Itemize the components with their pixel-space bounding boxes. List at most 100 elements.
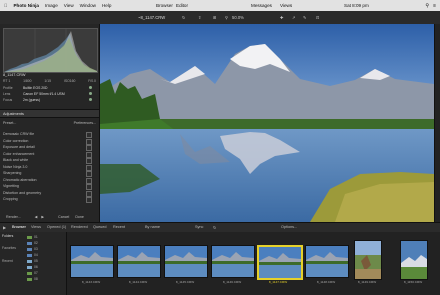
stamp-icon[interactable]: ⊡ xyxy=(316,15,320,20)
adjustment-item[interactable]: Color enhancement xyxy=(3,151,96,158)
prev-icon[interactable]: ◀ xyxy=(35,215,38,219)
adjustments-header[interactable]: Adjustments xyxy=(0,109,99,118)
tab-views[interactable]: Views xyxy=(31,225,41,229)
folder-item[interactable]: 08 xyxy=(34,277,38,281)
sync-button[interactable]: Sync xyxy=(195,225,203,229)
tab-rendered[interactable]: Rendered xyxy=(71,225,88,229)
crop-icon[interactable]: ⊞ xyxy=(213,15,217,20)
adjustment-item[interactable]: Noise Ninja 3.0 xyxy=(3,164,96,171)
sidebar-footer: Render... ◀ ▶ Cancel Done xyxy=(0,212,99,222)
folder-color-swatch xyxy=(27,242,32,245)
play-icon[interactable]: ▶ xyxy=(3,225,6,230)
menu-image[interactable]: Image xyxy=(45,3,58,8)
done-button[interactable]: Done xyxy=(75,215,84,219)
folder-item[interactable]: 04 xyxy=(34,253,38,257)
menu-views[interactable]: Views xyxy=(280,3,292,8)
menu-browser[interactable]: Browser xyxy=(156,3,173,8)
adjustment-item[interactable]: Demosaic CRW file xyxy=(3,132,96,138)
options-button[interactable]: Options... xyxy=(281,225,297,229)
toolbar-file[interactable]: ~8_1147.CRW xyxy=(138,15,165,20)
magnify-icon[interactable]: ⚲ xyxy=(225,15,228,20)
thumbnail[interactable] xyxy=(70,245,114,278)
adjustment-item[interactable]: Color correction xyxy=(3,138,96,145)
exif-value: 1/15 xyxy=(44,79,52,83)
preset-button[interactable]: Preset... xyxy=(3,121,16,125)
next-icon[interactable]: ▶ xyxy=(41,215,44,219)
move-icon[interactable]: ✚ xyxy=(280,15,284,20)
eyedropper-icon[interactable]: ✎ xyxy=(303,15,307,20)
menu-window[interactable]: Window xyxy=(80,3,96,8)
render-button[interactable]: Render... xyxy=(6,215,21,219)
folder-color-swatch xyxy=(27,236,32,239)
menu-editor[interactable]: Editor xyxy=(176,3,188,8)
adjustment-label: Color enhancement xyxy=(3,151,35,156)
thumbnail-selected[interactable] xyxy=(257,245,303,280)
adjustment-item[interactable]: Exposure and detail xyxy=(3,145,96,151)
adjustment-checkbox[interactable] xyxy=(86,138,92,145)
thumbnail[interactable] xyxy=(117,245,161,278)
meta-focus[interactable]: Focus 2m (guess) xyxy=(3,98,96,102)
thumbnail-name: 8_1144.CRW xyxy=(128,280,148,284)
menu-view[interactable]: View xyxy=(64,3,74,8)
zoom-level[interactable]: 50.0% xyxy=(232,15,244,20)
meta-profile[interactable]: Profile Builtin EOS 20D xyxy=(3,86,96,90)
adjustment-checkbox[interactable] xyxy=(86,197,92,203)
thumbnail[interactable] xyxy=(400,240,428,280)
adjustment-item[interactable]: Distortion and geometry xyxy=(3,190,96,197)
thumbnail-image xyxy=(401,241,427,279)
tab-opened[interactable]: Opened (1) xyxy=(47,225,66,229)
thumbnail[interactable] xyxy=(211,245,255,278)
meta-key: Focus xyxy=(3,98,13,102)
thumbnail[interactable] xyxy=(164,245,208,278)
share-icon[interactable]: ⇧ xyxy=(198,15,202,20)
image-viewer[interactable] xyxy=(100,24,434,222)
adjustment-item[interactable]: Cropping xyxy=(3,197,96,203)
apple-menu[interactable]:  xyxy=(4,3,7,8)
adjustment-checkbox[interactable] xyxy=(86,132,92,138)
adjustment-checkbox[interactable] xyxy=(86,190,92,197)
sort-dropdown[interactable]: By name xyxy=(145,225,160,229)
tab-browser[interactable]: Browser xyxy=(12,225,26,229)
adjustment-checkbox[interactable] xyxy=(86,158,92,164)
thumbnail-name: 8_1143.CRW xyxy=(81,280,101,284)
adjustment-item[interactable]: Chromatic aberration xyxy=(3,177,96,184)
menu-messages[interactable]: Messages xyxy=(251,3,272,8)
list-icon[interactable]: ≡ xyxy=(433,3,436,9)
folder-item[interactable]: 07 xyxy=(34,271,38,275)
adjustment-checkbox[interactable] xyxy=(86,151,92,158)
folder-item[interactable]: 01 xyxy=(34,235,38,239)
refresh-icon[interactable]: ↻ xyxy=(213,225,216,230)
favorites-label[interactable]: Favorites xyxy=(2,246,16,250)
menu-photo-ninja[interactable]: Photo Ninja xyxy=(13,3,39,8)
folder-item[interactable]: 03 xyxy=(34,247,38,251)
adjustment-label: Black and white xyxy=(3,158,29,162)
rotate-icon[interactable]: ↻ xyxy=(182,15,186,20)
thumbnail[interactable] xyxy=(354,240,382,280)
folder-item[interactable]: 02 xyxy=(34,241,38,245)
menu-clock: Sat 8:09 pm xyxy=(344,3,369,8)
filmstrip: 8_1143.CRW 8_1144.CRW 8_1145.CRW 8_1146.… xyxy=(67,232,440,295)
thumbnail[interactable] xyxy=(305,245,349,278)
menu-help[interactable]: Help xyxy=(102,3,111,8)
adjustment-checkbox[interactable] xyxy=(86,164,92,171)
preferences-button[interactable]: Preferences... xyxy=(74,121,96,125)
adjustment-checkbox[interactable] xyxy=(86,171,92,177)
recent-label[interactable]: Recent xyxy=(2,259,13,263)
search-icon[interactable]: ⚲ xyxy=(425,3,429,9)
pointer-icon[interactable]: ↗ xyxy=(292,15,296,20)
adjustment-checkbox[interactable] xyxy=(86,184,92,190)
adjustment-item[interactable]: Black and white xyxy=(3,158,96,164)
adjustment-item[interactable]: Vignetting xyxy=(3,184,96,190)
adjustment-item[interactable]: Sharpening xyxy=(3,171,96,177)
folder-item[interactable]: 06 xyxy=(34,265,38,269)
adjustment-checkbox[interactable] xyxy=(86,145,92,151)
tab-queued[interactable]: Queued xyxy=(93,225,107,229)
tab-recent[interactable]: Recent xyxy=(113,225,125,229)
thumbnail-image xyxy=(165,246,207,277)
adjustment-checkbox[interactable] xyxy=(86,177,92,184)
toolbar: ~8_1147.CRW ↻ ⇧ ⊞ ⚲ 50.0% ✚ ↗ ✎ ⊡ xyxy=(0,11,440,25)
meta-lens[interactable]: Lens Canon EF 50mm f/1.4 USM xyxy=(3,92,96,96)
viewer-scrollbar[interactable] xyxy=(434,24,440,222)
folder-item[interactable]: 05 xyxy=(34,259,38,263)
cancel-button[interactable]: Cancel xyxy=(58,215,69,219)
